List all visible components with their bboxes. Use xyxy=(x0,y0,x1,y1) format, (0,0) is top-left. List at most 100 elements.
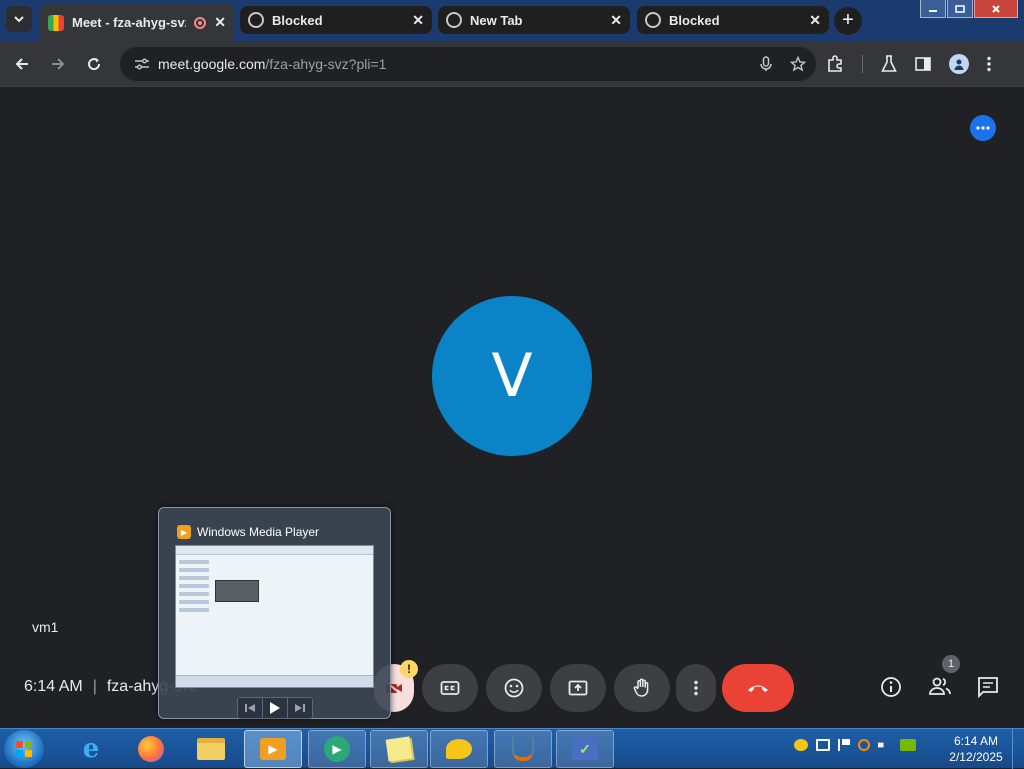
nvidia-icon[interactable] xyxy=(900,739,916,751)
captions-button[interactable] xyxy=(422,664,478,712)
start-button[interactable] xyxy=(4,730,44,768)
java-taskbar-button[interactable] xyxy=(494,730,552,768)
google-meet-icon xyxy=(48,14,64,31)
messenger-taskbar-button[interactable] xyxy=(430,730,488,768)
star-icon[interactable] xyxy=(790,56,806,72)
show-desktop-button[interactable] xyxy=(1012,729,1024,769)
meeting-time: 6:14 AM xyxy=(24,678,83,695)
sticky-notes-taskbar-button[interactable] xyxy=(370,730,428,768)
close-icon[interactable]: ✕ xyxy=(610,12,622,29)
preview-sidebar xyxy=(179,560,209,616)
close-icon[interactable]: ✕ xyxy=(412,12,424,29)
internet-explorer-taskbar-button[interactable]: e xyxy=(62,730,120,768)
media-player-taskbar-button[interactable]: ▶ xyxy=(244,730,302,768)
tab-title: Meet - fza-ahyg-svz xyxy=(72,15,187,30)
more-horizontal-icon xyxy=(976,126,990,130)
reload-button[interactable] xyxy=(79,49,109,79)
meeting-details-button[interactable] xyxy=(880,676,902,703)
tab-blocked-1[interactable]: Blocked ✕ xyxy=(240,6,432,34)
minimize-icon xyxy=(929,9,937,12)
checklist-app-taskbar-button[interactable]: ✓ xyxy=(556,730,614,768)
back-button[interactable] xyxy=(7,49,37,79)
kebab-menu-icon[interactable] xyxy=(987,56,991,72)
media-player-icon: ▶ xyxy=(177,525,191,539)
minimize-button[interactable] xyxy=(920,0,946,18)
close-icon[interactable]: ✕ xyxy=(809,12,821,29)
tab-blocked-2[interactable]: Blocked ✕ xyxy=(637,6,829,34)
url-path: /fza-ahyg-svz?pli=1 xyxy=(265,56,387,72)
tab-new-tab[interactable]: New Tab ✕ xyxy=(438,6,630,34)
tab-search-button[interactable] xyxy=(6,6,32,32)
profile-avatar[interactable] xyxy=(949,54,969,74)
system-tray xyxy=(794,739,916,751)
preview-titlebar xyxy=(176,546,373,555)
maximize-button[interactable] xyxy=(947,0,973,18)
warning-badge: ! xyxy=(400,660,418,678)
info-icon xyxy=(881,677,901,697)
speech-bubble-icon xyxy=(446,739,472,759)
tile-options-button[interactable] xyxy=(970,115,996,141)
url-host: meet.google.com xyxy=(158,56,266,72)
next-track-button[interactable] xyxy=(288,698,312,718)
emoji-icon xyxy=(504,678,524,698)
divider: | xyxy=(92,678,97,695)
file-explorer-taskbar-button[interactable] xyxy=(182,730,240,768)
site-settings-icon[interactable] xyxy=(134,57,150,71)
browser-toolbar: meet.google.com/fza-ahyg-svz?pli=1 xyxy=(0,41,1024,87)
search-icon[interactable] xyxy=(858,739,870,751)
reactions-button[interactable] xyxy=(486,664,542,712)
chat-button[interactable] xyxy=(977,676,999,703)
participant-name: vm1 xyxy=(32,619,59,635)
people-button[interactable] xyxy=(928,676,952,701)
globe-icon xyxy=(248,12,264,28)
thumbnail-title-text: Windows Media Player xyxy=(197,525,320,539)
reload-icon xyxy=(88,58,101,71)
address-bar[interactable]: meet.google.com/fza-ahyg-svz?pli=1 xyxy=(120,47,816,81)
participant-avatar: V xyxy=(432,296,592,456)
notification-bubble-icon[interactable] xyxy=(794,739,808,751)
toolbar-separator xyxy=(862,55,863,73)
firefox-icon xyxy=(138,736,164,762)
tab-strip: Meet - fza-ahyg-svz ✕ Blocked ✕ New Tab … xyxy=(0,0,1024,41)
volume-icon[interactable] xyxy=(878,739,890,751)
microphone-icon[interactable] xyxy=(760,56,772,72)
network-icon[interactable] xyxy=(816,739,830,751)
media-center-taskbar-button[interactable]: ▶ xyxy=(308,730,366,768)
side-panel-icon[interactable] xyxy=(915,56,931,72)
close-icon[interactable]: ✕ xyxy=(214,14,226,31)
play-icon xyxy=(270,702,280,714)
raise-hand-button[interactable] xyxy=(614,664,670,712)
taskbar-thumbnail-popup[interactable]: ▶ Windows Media Player xyxy=(158,507,391,719)
folder-icon xyxy=(197,738,225,760)
play-button[interactable] xyxy=(262,698,288,718)
recording-icon xyxy=(194,16,207,29)
labs-flask-icon[interactable] xyxy=(881,55,897,73)
preview-media-thumbnail xyxy=(215,580,259,602)
firefox-taskbar-button[interactable] xyxy=(122,730,180,768)
extensions-icon[interactable] xyxy=(826,55,844,73)
globe-icon xyxy=(645,12,661,28)
media-player-icon: ▶ xyxy=(260,738,286,760)
omnibox-actions xyxy=(760,47,806,81)
thumbnail-preview[interactable] xyxy=(175,545,374,688)
kebab-menu-icon xyxy=(694,680,698,696)
person-icon xyxy=(954,59,964,70)
previous-track-button[interactable] xyxy=(238,698,262,718)
hand-icon xyxy=(633,678,649,697)
new-tab-button[interactable]: + xyxy=(834,7,862,35)
clock-time: 6:14 AM xyxy=(953,734,999,748)
chat-icon xyxy=(978,677,998,699)
action-center-flag-icon[interactable] xyxy=(838,739,850,751)
present-screen-button[interactable] xyxy=(550,664,606,712)
java-icon xyxy=(512,737,534,761)
thumbnail-title: ▶ Windows Media Player xyxy=(177,525,319,539)
tab-meet[interactable]: Meet - fza-ahyg-svz ✕ xyxy=(40,4,234,41)
close-window-button[interactable] xyxy=(974,0,1018,18)
leave-call-button[interactable] xyxy=(722,664,794,712)
more-options-button[interactable] xyxy=(676,664,716,712)
next-icon xyxy=(295,704,305,712)
forward-button[interactable] xyxy=(43,49,73,79)
checklist-icon: ✓ xyxy=(572,738,598,760)
internet-explorer-icon: e xyxy=(82,734,100,764)
taskbar-clock[interactable]: 6:14 AM 2/12/2025 xyxy=(946,733,1006,765)
